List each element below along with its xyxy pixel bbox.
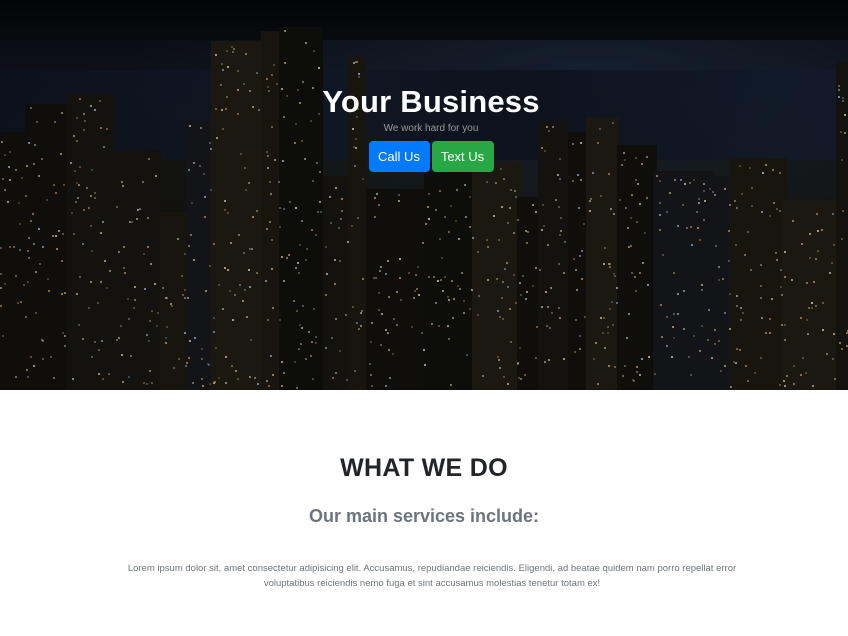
hero-content: Your Business We work hard for you Call …	[0, 84, 848, 172]
section-subtitle: Our main services include:	[308, 506, 540, 526]
hero-title: Your Business	[322, 84, 540, 119]
call-us-button[interactable]: Call Us	[368, 141, 430, 172]
section-title: WHAT WE DO	[340, 454, 508, 482]
hero-button-group: Call Us Text Us	[0, 141, 848, 172]
hero-section: Your Business We work hard for you Call …	[0, 0, 848, 390]
hero-overlay	[0, 0, 848, 390]
services-section: WHAT WE DO Our main services include: Lo…	[0, 390, 848, 636]
section-body-text: Lorem ipsum dolor sit, amet consectetur …	[127, 563, 737, 589]
text-us-button[interactable]: Text Us	[431, 141, 494, 172]
hero-subtitle: We work hard for you	[383, 123, 479, 134]
